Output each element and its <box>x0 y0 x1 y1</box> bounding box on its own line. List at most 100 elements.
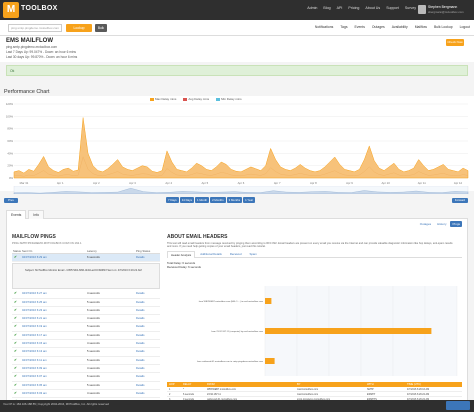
user-menu[interactable]: Stephen Bergmann sbergmann@mxtoolbox.com <box>418 4 470 16</box>
range-navigator[interactable] <box>0 186 474 194</box>
tab-info[interactable]: Info <box>28 210 45 219</box>
ping-date[interactable]: 04/07/2016 6:21 am <box>22 316 47 320</box>
mxtoolbox-logo[interactable]: M TOOLBOX <box>3 2 73 18</box>
ping-latency: 4 seconds <box>87 390 100 395</box>
table-row[interactable]: ✔ 04/07/2016 6:23 am 6 seconds Details <box>12 307 160 316</box>
ping-details-link[interactable]: Details <box>136 333 145 337</box>
y-tick-label: 120% <box>6 102 14 106</box>
ping-date[interactable]: 04/07/2016 6:07 am <box>22 374 47 378</box>
ping-date[interactable]: 04/07/2016 6:03 am <box>22 391 47 395</box>
bulk-button[interactable]: Bulk <box>95 24 107 32</box>
search-input[interactable]: ping.smtp.pingdemo.mxtoolbox.com <box>8 24 62 32</box>
header-tab[interactable]: Additional Details <box>197 251 225 257</box>
check-icon: ✔ <box>14 374 17 379</box>
top-nav-api[interactable]: API <box>337 6 343 10</box>
ping-latency: 5 seconds <box>87 382 100 387</box>
area-chart: 120% 100% 80% 60% 40% 20% 0% Mar 31 Apr 1 Apr 2 Ap… <box>6 102 469 185</box>
check-icon: ✔ <box>14 316 17 321</box>
table-row[interactable]: ✔ 04/07/2016 6:21 am 4 seconds Details <box>12 315 160 324</box>
table-row[interactable]: ✔ 04/07/2016 6:03 am 4 seconds Details <box>12 390 160 399</box>
chat-badge[interactable] <box>446 401 470 410</box>
sub-nav-bulk-lookup[interactable]: Bulk Lookup <box>434 25 453 29</box>
sub-nav-availability[interactable]: Availability <box>392 25 408 29</box>
table-row[interactable]: ✔ 04/07/2016 6:11 am 5 seconds Details <box>12 357 160 365</box>
ping-date[interactable]: 04/07/2016 6:27 am <box>22 291 47 295</box>
hop-cell: 2 <box>169 393 171 396</box>
sub-nav-tags[interactable]: Tags <box>340 25 347 29</box>
ping-date[interactable]: 04/07/2016 6:11 am <box>22 358 47 362</box>
ping-date[interactable]: 04/07/2016 6:29 am <box>22 255 47 259</box>
table-row[interactable]: ✔ 04/07/2016 6:09 am 4 seconds Details <box>12 365 160 374</box>
ping-date[interactable]: 04/07/2016 6:09 am <box>22 366 47 370</box>
table-row[interactable]: ✔ 04/07/2016 6:13 am 5 seconds Details <box>12 348 160 357</box>
view-tab-outages[interactable]: Outages <box>418 221 433 227</box>
table-row[interactable]: ✔ 04/07/2016 6:05 am 5 seconds Details <box>12 382 160 390</box>
table-row[interactable]: ✔ 04/07/2016 6:19 am 5 seconds Details <box>12 323 160 332</box>
range-button[interactable]: 3 Months <box>226 197 243 203</box>
y-tick-label: 80% <box>7 127 13 131</box>
top-nav-admin[interactable]: Admin <box>307 6 317 10</box>
uptime-7-days: Last 7 Days Up: 99.047% - Down: an hour … <box>6 50 76 54</box>
header-tab[interactable]: Spam <box>247 251 260 257</box>
header-tab[interactable]: Header Analysis <box>167 250 196 258</box>
y-tick-label: 20% <box>7 164 13 168</box>
ping-date[interactable]: 04/07/2016 6:23 am <box>22 308 47 312</box>
delay-bar-label: from outbound-01.mxtoolbox.com to smtp.p… <box>197 360 263 363</box>
ping-detail: Subject: MxToolBox Monitor Email - b9557… <box>12 263 160 290</box>
sub-nav-events[interactable]: Events <box>355 25 365 29</box>
sub-nav-logout[interactable]: Logout <box>460 25 470 29</box>
ping-details-link[interactable]: Details <box>136 391 145 395</box>
view-tab-pings[interactable]: Pings <box>450 221 462 227</box>
ping-details-link[interactable]: Details <box>136 349 145 353</box>
lookup-button[interactable]: Lookup <box>66 24 92 32</box>
ping-details-link[interactable]: Details <box>136 255 145 259</box>
ping-details-link[interactable]: Details <box>136 316 145 320</box>
forward-button[interactable]: Forward <box>452 198 468 203</box>
ping-date[interactable]: 04/07/2016 6:05 am <box>22 383 47 387</box>
range-button[interactable]: 1 Month <box>194 197 210 203</box>
table-row[interactable]: ✔ 04/07/2016 6:17 am 6 seconds Details <box>12 332 160 341</box>
ping-details-link[interactable]: Details <box>136 374 145 378</box>
ping-date[interactable]: 04/07/2016 6:19 am <box>22 324 47 328</box>
ping-details-link[interactable]: Details <box>136 366 145 370</box>
hop-cell: ESMTP <box>367 393 376 396</box>
col-latency: Latency <box>87 249 97 253</box>
footer-text: Your IP is: 184.106.188.55 | Copyright 2… <box>3 402 109 406</box>
table-row[interactable]: ✔ 04/07/2016 6:29 am 6 seconds Details <box>12 254 160 263</box>
range-button[interactable]: 14 Days <box>179 197 194 203</box>
view-tab-history[interactable]: History <box>435 221 448 227</box>
top-nav-pricing[interactable]: Pricing <box>348 6 359 10</box>
top-nav-blog[interactable]: Blog <box>323 6 330 10</box>
ping-date[interactable]: 04/07/2016 6:15 am <box>22 341 47 345</box>
table-row[interactable]: ✔ 04/07/2016 6:07 am 6 seconds Details <box>12 373 160 382</box>
sub-nav-outages[interactable]: Outages <box>372 25 385 29</box>
sub-nav-mailflow[interactable]: Mailflow <box>415 25 427 29</box>
ping-date[interactable]: 04/07/2016 6:13 am <box>22 349 47 353</box>
panel-tabs: Events Info <box>6 210 45 219</box>
tab-events[interactable]: Events <box>6 210 27 219</box>
header-tab[interactable]: Received <box>227 251 245 257</box>
col-status: Status <box>13 249 21 253</box>
ping-details-link[interactable]: Details <box>136 300 145 304</box>
sub-nav-notifications[interactable]: Notifications <box>315 25 333 29</box>
table-row[interactable]: ✔ 04/07/2016 6:25 am 5 seconds Details <box>12 299 160 307</box>
ping-details-link[interactable]: Details <box>136 341 145 345</box>
table-row[interactable]: ✔ 04/07/2016 6:27 am 4 seconds Details <box>12 290 160 299</box>
ping-details-link[interactable]: Details <box>136 324 145 328</box>
ping-date[interactable]: 04/07/2016 6:25 am <box>22 300 47 304</box>
ping-details-link[interactable]: Details <box>136 358 145 362</box>
range-button[interactable]: 2 Months <box>210 197 226 203</box>
prev-button[interactable]: Prev <box>4 198 18 203</box>
top-nav-survey[interactable]: Survey <box>405 6 416 10</box>
ping-date[interactable]: 04/07/2016 6:17 am <box>22 333 47 337</box>
check-now-button[interactable]: Check Now <box>446 39 464 46</box>
ping-details-link[interactable]: Details <box>136 383 145 387</box>
ping-details-link[interactable]: Details <box>136 291 145 295</box>
ping-details-link[interactable]: Details <box>136 308 145 312</box>
table-row[interactable]: ✔ 04/07/2016 6:15 am 4 seconds Details <box>12 340 160 349</box>
top-nav-about-us[interactable]: About Us <box>365 6 380 10</box>
mailflow-pings: MAILFLOW PINGS PING.SMTP.PINGDEMO.MXTOOL… <box>12 234 160 412</box>
range-button[interactable]: 7 Days <box>166 197 179 203</box>
range-button[interactable]: 1 Year <box>243 197 256 203</box>
top-nav-support[interactable]: Support <box>386 6 399 10</box>
